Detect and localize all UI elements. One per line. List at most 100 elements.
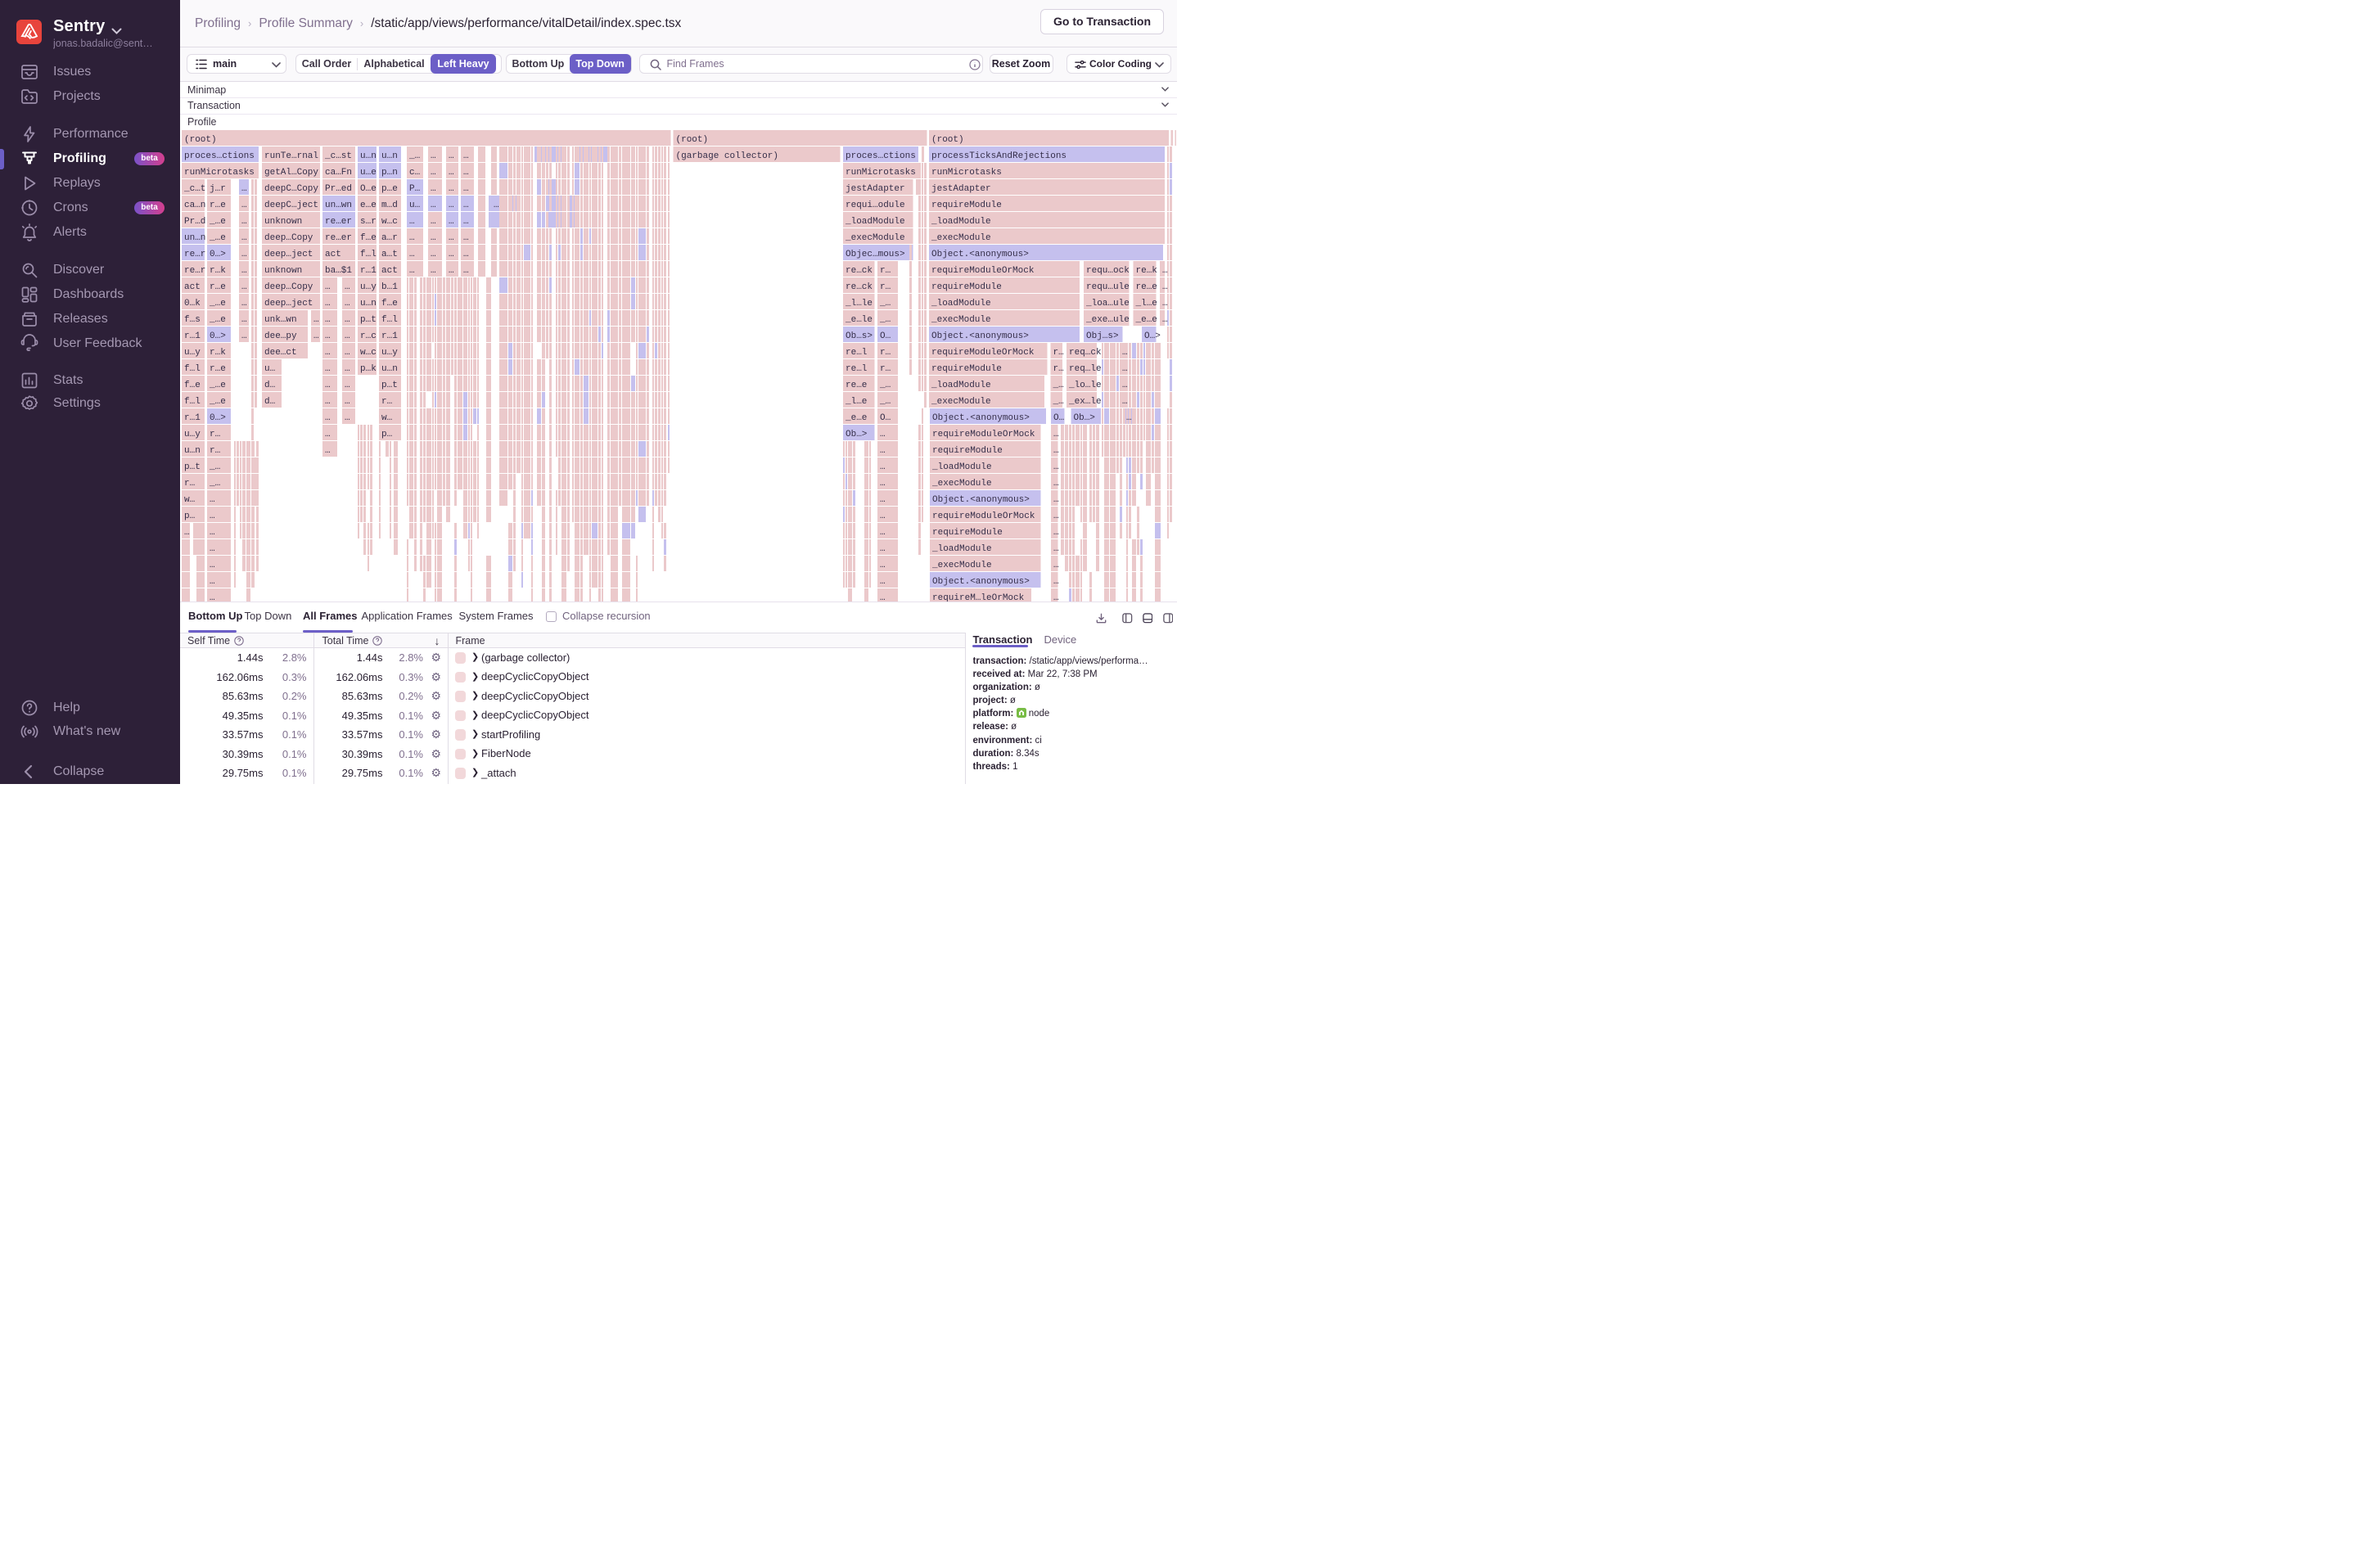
svg-text:_loadModule: _loadModule — [931, 544, 992, 554]
svg-text:…: … — [345, 282, 350, 292]
svg-text:…: … — [241, 299, 247, 309]
svg-text:…: … — [345, 315, 350, 325]
svg-text:(root): (root) — [676, 135, 709, 145]
svg-text:_c…st: _c…st — [324, 151, 352, 161]
svg-text:u…n: u…n — [360, 151, 377, 161]
svg-text:_loadModule: _loadModule — [931, 299, 991, 309]
svg-text:re…e: re…e — [1136, 282, 1157, 292]
svg-text:…: … — [325, 282, 331, 292]
svg-text:…: … — [1122, 397, 1128, 407]
svg-text:…: … — [431, 201, 436, 210]
svg-text:u…n: u…n — [381, 364, 398, 374]
svg-text:…: … — [431, 184, 436, 194]
svg-text:p…: p… — [184, 511, 195, 521]
svg-text:requireModuleOrMock: requireModuleOrMock — [932, 511, 1035, 521]
svg-text:…: … — [345, 348, 350, 358]
svg-text:r…: r… — [381, 397, 392, 407]
svg-text:u…n: u…n — [184, 446, 201, 456]
svg-text:…: … — [241, 282, 247, 292]
svg-text:requ…ock: requ…ock — [1086, 266, 1130, 276]
svg-text:runMicrotasks: runMicrotasks — [846, 168, 916, 178]
svg-text:re…k: re…k — [1136, 266, 1158, 276]
svg-text:…: … — [1053, 577, 1059, 587]
svg-text:Obj…s>: Obj…s> — [1086, 331, 1119, 341]
svg-text:…: … — [463, 201, 469, 210]
svg-text:Objec…mous>: Objec…mous> — [846, 250, 905, 259]
svg-text:runMicrotasks: runMicrotasks — [931, 168, 1002, 178]
svg-text:_execModule: _execModule — [931, 233, 991, 243]
svg-text:d…: d… — [264, 397, 275, 407]
svg-text:m…d: m…d — [381, 201, 398, 210]
svg-text:_…: _… — [408, 151, 420, 161]
svg-text:…: … — [241, 331, 247, 341]
svg-text:…: … — [463, 233, 469, 243]
svg-text:…: … — [880, 446, 886, 456]
svg-text:…: … — [409, 266, 415, 276]
svg-text:r…k: r…k — [210, 348, 226, 358]
svg-text:r…: r… — [210, 446, 220, 456]
svg-text:u…y: u…y — [360, 282, 377, 292]
svg-text:u…y: u…y — [184, 430, 201, 439]
svg-text:…: … — [241, 233, 247, 243]
svg-text:r…: r… — [210, 430, 220, 439]
svg-text:_…e: _…e — [209, 315, 226, 325]
svg-text:…: … — [431, 217, 436, 227]
svg-text:_…: _… — [1053, 381, 1064, 390]
svg-text:…: … — [313, 315, 319, 325]
svg-text:…: … — [1122, 348, 1128, 358]
svg-text:runMicrotasks: runMicrotasks — [184, 168, 255, 178]
svg-text:_…e: _…e — [209, 217, 226, 227]
svg-text:f…e: f…e — [184, 381, 201, 390]
svg-text:_execModule: _execModule — [931, 397, 991, 407]
svg-text:r…: r… — [880, 266, 891, 276]
svg-text:requireModule: requireModule — [932, 446, 1003, 456]
svg-text:…: … — [345, 413, 350, 423]
svg-text:dee…ct: dee…ct — [264, 348, 297, 358]
svg-text:act: act — [184, 282, 201, 292]
svg-text:deep…Copy: deep…Copy — [264, 233, 313, 243]
svg-text:_…e: _…e — [209, 233, 226, 243]
svg-text:…: … — [241, 250, 247, 259]
svg-text:re…er: re…er — [325, 217, 352, 227]
svg-text:ca…n: ca…n — [184, 201, 205, 210]
svg-text:…: … — [409, 217, 415, 227]
svg-text:r…e: r…e — [210, 282, 226, 292]
svg-text:requi…odule: requi…odule — [846, 201, 905, 210]
svg-text:dee…py: dee…py — [264, 331, 297, 341]
svg-text:re…ck: re…ck — [846, 282, 873, 292]
svg-text:_execModule: _execModule — [931, 315, 991, 325]
svg-text:d…: d… — [264, 381, 275, 390]
svg-text:r…c: r…c — [360, 331, 377, 341]
svg-text:f…e: f…e — [381, 299, 398, 309]
svg-text:…: … — [463, 168, 469, 178]
svg-text:_…: _… — [1053, 397, 1064, 407]
svg-text:p…k: p…k — [360, 364, 377, 374]
svg-text:_loa…ule: _loa…ule — [1085, 299, 1130, 309]
svg-text:…: … — [880, 495, 886, 505]
svg-text:…: … — [325, 348, 331, 358]
svg-text:…: … — [449, 217, 454, 227]
svg-text:O…: O… — [880, 413, 891, 423]
svg-text:…: … — [345, 331, 350, 341]
svg-text:Pr…ed: Pr…ed — [325, 184, 352, 194]
svg-text:…: … — [184, 528, 190, 538]
svg-text:j…r: j…r — [210, 184, 226, 194]
svg-text:…: … — [880, 528, 886, 538]
svg-text:…: … — [210, 577, 215, 587]
svg-text:r…: r… — [880, 282, 891, 292]
svg-text:…: … — [463, 266, 469, 276]
svg-text:w…c: w…c — [381, 217, 398, 227]
svg-text:r…1: r…1 — [381, 331, 398, 341]
svg-text:requireModuleOrMock: requireModuleOrMock — [932, 430, 1035, 439]
svg-text:Ob…>: Ob…> — [1074, 413, 1095, 423]
svg-text:_…: _… — [879, 381, 891, 390]
svg-text:_execModule: _execModule — [931, 561, 992, 570]
svg-text:…: … — [325, 397, 331, 407]
svg-text:runTe…rnal: runTe…rnal — [264, 151, 318, 161]
svg-text:…: … — [463, 250, 469, 259]
svg-text:_e…le: _e…le — [845, 315, 873, 325]
svg-text:_l…le: _l…le — [845, 299, 873, 309]
svg-text:p…e: p…e — [381, 184, 398, 194]
svg-text:processTicksAndRejections: processTicksAndRejections — [931, 151, 1067, 161]
svg-text:f…l: f…l — [381, 315, 398, 325]
